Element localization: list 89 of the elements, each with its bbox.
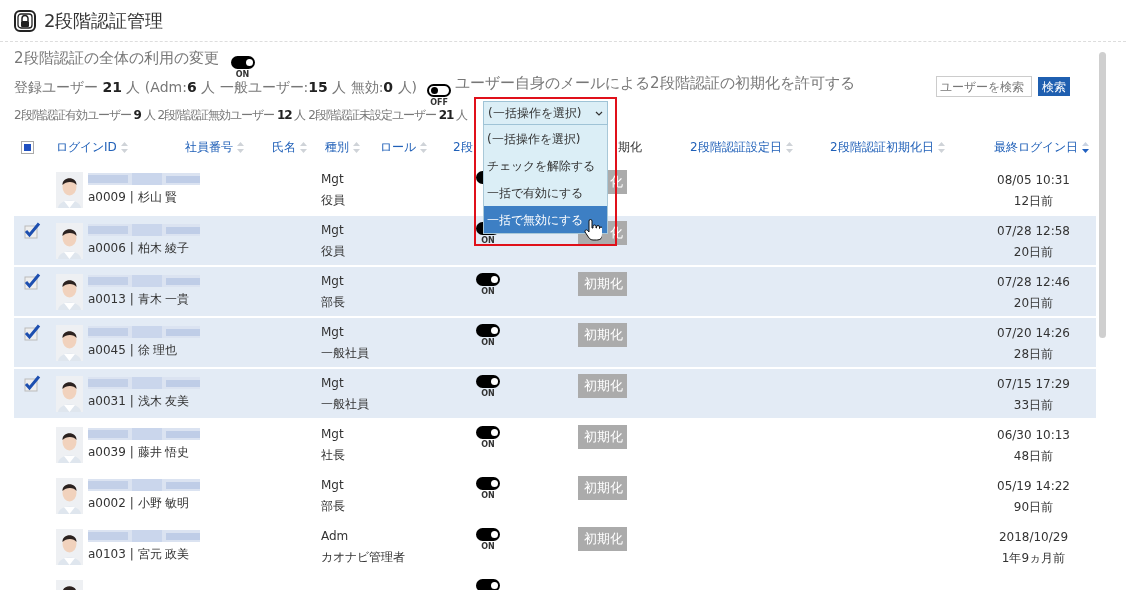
last-login-date: 07/28 12:58 — [997, 223, 1070, 240]
toggle-switch[interactable] — [427, 84, 452, 97]
two-factor-breakdown: 2段階認証有効ユーザー 9 人 2段階認証無効ユーザー 12 人 2段階認証未設定ユーザー 21 人 — [14, 108, 468, 122]
toggle-switch[interactable] — [230, 56, 255, 69]
bulk-action-select[interactable]: (一括操作を選択) — [483, 101, 608, 125]
caret-icon — [595, 110, 603, 116]
sort-descending-icon[interactable] — [1082, 141, 1089, 153]
toggle-state: ON — [481, 441, 495, 449]
column-header[interactable]: 種別 — [325, 138, 349, 156]
user-role: 一般社員 — [321, 345, 370, 362]
last-login-date: 05/19 14:22 — [997, 478, 1070, 495]
user-type: Mgt — [321, 324, 345, 341]
checkbox-checked-icon[interactable] — [23, 222, 41, 239]
toggle-state: ON — [481, 492, 495, 500]
column-header[interactable]: 2段階認証設定日 — [690, 138, 782, 156]
page-title: 2段階認証管理 — [44, 9, 164, 33]
last-login-ago: 12日前 — [1013, 193, 1054, 210]
user-id-name: a0002 | 小野 敏明 — [88, 495, 191, 512]
search-field[interactable]: ユーザーを検索 — [936, 76, 1032, 97]
last-login-ago: 48日前 — [1013, 448, 1054, 465]
toggle-switch[interactable] — [476, 477, 500, 490]
scrollbar[interactable] — [1099, 52, 1106, 338]
user-type: Mgt — [321, 477, 345, 494]
checkbox-checked-icon[interactable] — [23, 324, 41, 341]
toggle-switch[interactable] — [476, 426, 500, 439]
toggle-switch[interactable] — [476, 528, 500, 541]
search-button[interactable]: 検索 — [1038, 77, 1070, 96]
mail-reset-label: ユーザー自身のメールによる2段階認証の初期化を許可する — [455, 73, 855, 93]
column-header: 期化 — [618, 139, 642, 156]
user-id-name: a0006 | 柏木 綾子 — [88, 240, 191, 257]
user-type: Mgt — [321, 375, 345, 392]
user-role: 社長 — [321, 447, 346, 464]
user-role: 部長 — [321, 294, 346, 311]
toggle-state: ON — [481, 237, 495, 245]
last-login-ago: 20日前 — [1013, 295, 1054, 312]
user-role: 一般社員 — [321, 396, 370, 413]
user-id-name: a0013 | 青木 一貴 — [88, 291, 191, 308]
toggle-state: OFF — [430, 99, 448, 107]
toggle-switch[interactable] — [476, 324, 500, 337]
column-header[interactable]: 氏名 — [272, 138, 296, 156]
menu-option[interactable]: (一括操作を選択) — [484, 125, 607, 152]
user-id-name: a0039 | 藤井 悟史 — [88, 444, 191, 461]
toggle-state: ON — [481, 543, 495, 551]
menu-option[interactable]: 一括で有効にする — [484, 179, 607, 206]
user-id-name: a0103 | 宮元 政美 — [88, 546, 191, 563]
toggle-switch[interactable] — [476, 375, 500, 388]
menu-option[interactable]: 一括で無効にする — [484, 206, 607, 233]
last-login-date: 07/28 12:46 — [997, 274, 1070, 291]
checkbox-checked-icon[interactable] — [23, 273, 41, 290]
user-type: Mgt — [321, 273, 345, 290]
column-header[interactable]: 2段 — [453, 138, 473, 156]
column-header[interactable]: 2段階認証初期化日 — [830, 138, 934, 156]
user-role: 役員 — [321, 192, 346, 209]
user-summary: 登録ユーザー 21 人 (Adm:6 人 一般ユーザー:15 人 無効:0 人) — [14, 78, 418, 97]
toggle-switch[interactable] — [476, 273, 500, 286]
toggle-switch[interactable] — [476, 579, 500, 590]
column-header[interactable]: ログインID — [56, 138, 117, 156]
checkbox-checked-icon[interactable] — [23, 375, 41, 392]
user-id-name: a0045 | 徐 理也 — [88, 342, 179, 359]
column-header[interactable]: 社員番号 — [185, 138, 233, 156]
last-login-ago: 20日前 — [1013, 244, 1054, 261]
toggle-state: ON — [235, 71, 250, 79]
user-type: Mgt — [321, 171, 345, 188]
last-login-ago: 33日前 — [1013, 397, 1054, 414]
last-login-date: 08/05 10:31 — [997, 172, 1070, 189]
user-type: Adm — [321, 528, 350, 545]
user-id-name: a0009 | 杉山 賢 — [88, 189, 179, 206]
last-login-date: 07/20 14:26 — [997, 325, 1070, 342]
last-login-date: 06/30 10:13 — [997, 427, 1070, 444]
user-role: カオナビ管理者 — [321, 549, 406, 566]
user-type: Mgt — [321, 222, 345, 239]
toggle-state: ON — [481, 390, 495, 398]
user-role: 部長 — [321, 498, 346, 515]
last-login-ago: 28日前 — [1013, 346, 1054, 363]
last-login-ago: 1年9ヵ月前 — [1001, 550, 1066, 567]
select-all-checkbox[interactable] — [21, 140, 34, 154]
user-role: 役員 — [321, 243, 346, 260]
hand-cursor-icon — [584, 219, 602, 241]
user-id-name: a0031 | 浅木 友美 — [88, 393, 191, 410]
toggle-state: ON — [481, 339, 495, 347]
column-header[interactable]: 最終ログイン日 — [994, 138, 1078, 156]
lock-icon — [14, 9, 36, 32]
user-type: Mgt — [321, 426, 345, 443]
last-login-date: 07/15 17:29 — [997, 376, 1070, 393]
column-header[interactable]: ロール — [380, 138, 416, 156]
toggle-state: ON — [481, 288, 495, 296]
last-login-ago: 90日前 — [1013, 499, 1054, 516]
global-toggle-label: 2段階認証の全体の利用の変更 — [14, 48, 219, 68]
last-login-date: 2018/10/29 — [998, 529, 1069, 546]
